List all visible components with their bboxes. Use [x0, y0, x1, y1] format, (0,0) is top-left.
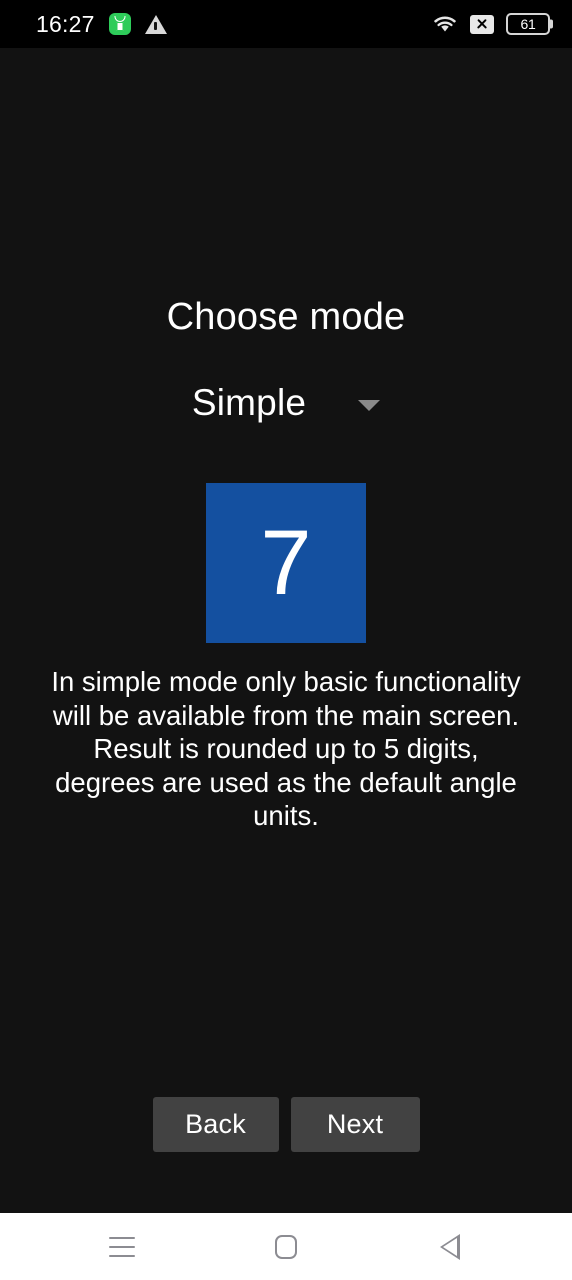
battery-icon: 61	[506, 13, 550, 35]
mode-dropdown[interactable]: Simple	[0, 382, 572, 424]
mode-dropdown-value: Simple	[191, 382, 307, 423]
wifi-icon	[432, 14, 458, 34]
status-clock: 16:27	[36, 10, 95, 37]
wizard-content: Choose mode Simple 7 In simple mode only…	[0, 48, 572, 1240]
green-app-notification-icon	[108, 13, 131, 35]
nav-home-button[interactable]	[251, 1222, 321, 1272]
nav-back-button[interactable]	[415, 1222, 485, 1272]
page-title: Choose mode	[166, 296, 406, 338]
next-button[interactable]: Next	[290, 1097, 420, 1152]
mode-preview-digit: 7	[260, 512, 312, 614]
mode-description: In simple mode only basic functionality …	[51, 666, 521, 831]
back-button[interactable]: Back	[152, 1097, 279, 1152]
nav-recents-button[interactable]	[87, 1222, 157, 1272]
status-bar-left: 16:27	[36, 11, 167, 38]
wizard-button-row: Back Next	[0, 1097, 572, 1152]
chevron-down-icon	[358, 400, 381, 411]
warning-triangle-icon	[144, 14, 167, 34]
phone-screen: 16:27 61 Choose mode Simple 7 In simple …	[0, 0, 572, 1280]
back-icon	[440, 1233, 460, 1260]
mode-preview-tile: 7	[206, 483, 366, 643]
recents-icon	[109, 1236, 135, 1257]
status-bar: 16:27 61	[0, 0, 572, 48]
home-icon	[275, 1234, 297, 1259]
system-navigation-bar	[0, 1213, 572, 1280]
battery-level-label: 61	[520, 16, 536, 32]
no-sim-icon	[470, 14, 494, 34]
status-bar-right: 61	[432, 13, 550, 35]
